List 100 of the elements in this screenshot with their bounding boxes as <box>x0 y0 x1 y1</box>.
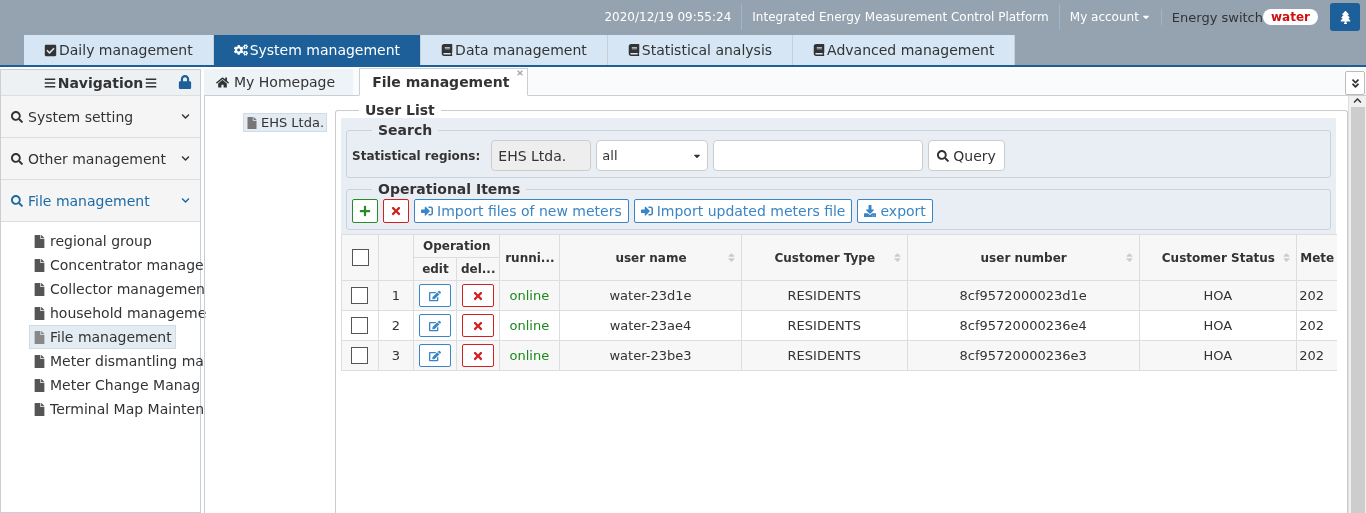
column-header: user number <box>980 250 1067 265</box>
table-cell: 202 <box>1299 318 1324 333</box>
org-tree-item[interactable]: EHS Ltda. <box>243 113 328 132</box>
chevron-icon <box>181 154 190 163</box>
sidebar-section[interactable]: Other management <box>1 138 200 180</box>
scrollbar[interactable] <box>1348 96 1366 513</box>
page-tab[interactable]: My Homepage <box>204 69 354 95</box>
sign-in-icon <box>421 205 433 217</box>
sign-in-icon <box>640 205 653 217</box>
tree-item[interactable]: Meter dismantling ma <box>29 349 208 373</box>
gears-icon <box>233 43 248 57</box>
tree-item[interactable]: File management <box>29 325 176 349</box>
row-number: 3 <box>391 348 400 363</box>
lock-icon <box>178 75 192 89</box>
tree-item[interactable]: Concentrator manage <box>29 253 208 277</box>
table-cell: HOA <box>1203 348 1233 363</box>
delete-button[interactable] <box>461 314 494 337</box>
sidebar-section[interactable]: File management <box>1 180 200 222</box>
platform-title: Integrated Energy Measurement Control Platform <box>741 4 1059 30</box>
table-cell: 8cf95720000236e4 <box>959 318 1087 333</box>
book-icon <box>813 44 826 56</box>
file-icon <box>33 282 46 296</box>
main-tab[interactable]: System management <box>213 35 422 65</box>
edit-button[interactable] <box>418 314 451 337</box>
edit-button[interactable] <box>418 284 451 307</box>
close-icon[interactable] <box>516 69 525 77</box>
table-cell: 8cf9572000023d1e <box>959 288 1087 303</box>
import-button[interactable]: Import files of new meters <box>414 199 629 223</box>
region-field[interactable]: EHS Ltda. <box>491 140 592 171</box>
table-cell: water-23be3 <box>609 348 692 363</box>
table-cell: HOA <box>1203 288 1233 303</box>
file-icon <box>33 234 46 248</box>
home-icon <box>216 75 229 89</box>
search-field[interactable] <box>713 140 924 171</box>
tree-item[interactable]: household manageme <box>29 301 211 325</box>
sidebar-section[interactable]: System setting <box>1 96 200 138</box>
tree-item[interactable]: regional group <box>29 229 156 253</box>
table-cell: RESIDENTS <box>787 318 862 333</box>
table-cell: water-23d1e <box>609 288 692 303</box>
book-icon <box>627 44 640 56</box>
energy-switch-label: Energy switch <box>1171 9 1263 25</box>
edit-button[interactable] <box>418 344 451 367</box>
table-cell: RESIDENTS <box>787 288 862 303</box>
table-cell: 8cf95720000236e3 <box>959 348 1087 363</box>
table-cell: 202 <box>1299 348 1324 363</box>
file-icon <box>33 306 46 320</box>
collapse-button[interactable] <box>1345 71 1365 95</box>
close-icon <box>390 205 402 217</box>
tree-item[interactable]: Meter Change Manag <box>29 373 205 397</box>
export-button[interactable]: export <box>857 199 933 223</box>
remove-button[interactable] <box>383 199 409 223</box>
row-checkbox[interactable] <box>351 317 369 334</box>
energy-type-badge[interactable]: water <box>1263 9 1318 25</box>
select-all-checkbox[interactable] <box>351 249 369 266</box>
main-tab[interactable]: Daily management <box>24 35 214 65</box>
column-header: Operation <box>423 239 491 253</box>
date-time: 2020/12/19 09:55:24 <box>603 9 733 26</box>
import-button[interactable]: Import updated meters file <box>633 199 853 223</box>
file-icon <box>33 330 46 344</box>
field-label: Statistical regions: <box>352 148 481 163</box>
plus-icon <box>359 205 371 217</box>
tree-button[interactable] <box>1330 3 1360 31</box>
table-cell: 202 <box>1299 288 1324 303</box>
close-icon <box>471 319 484 332</box>
edit-icon <box>428 349 441 362</box>
column-header: runni... <box>505 250 555 265</box>
query-button[interactable]: Query <box>928 140 1005 171</box>
delete-button[interactable] <box>461 284 494 307</box>
search-icon <box>937 149 950 162</box>
file-icon <box>33 378 46 392</box>
search-title: Search <box>377 122 434 138</box>
search-icon <box>11 110 23 123</box>
row-checkbox[interactable] <box>351 287 369 304</box>
column-header: Customer Status <box>1161 250 1275 265</box>
main-tab[interactable]: Data management <box>421 35 608 65</box>
table-cell: water-23ae4 <box>609 318 692 333</box>
checkbox-icon <box>44 43 57 57</box>
operations-title: Operational Items <box>377 181 522 197</box>
main-tab[interactable]: Statistical analysis <box>607 35 794 65</box>
filter-select[interactable]: all <box>596 140 709 171</box>
chevron-icon <box>181 196 190 205</box>
column-header: edit <box>422 262 449 276</box>
row-checkbox[interactable] <box>351 347 369 364</box>
book-icon <box>441 44 454 56</box>
table-cell: HOA <box>1203 318 1233 333</box>
main-tab[interactable]: Advanced management <box>793 35 1016 65</box>
add-button[interactable] <box>352 199 378 223</box>
close-icon <box>471 349 484 362</box>
tree-icon <box>1338 10 1352 24</box>
column-header: Mete <box>1300 250 1335 265</box>
file-icon <box>246 116 258 129</box>
tree-item[interactable]: Collector managemen <box>29 277 209 301</box>
search-icon <box>11 194 23 207</box>
status-text: online <box>509 288 550 303</box>
file-icon <box>33 402 46 416</box>
tree-item[interactable]: Terminal Map Mainten <box>29 397 208 421</box>
delete-button[interactable] <box>461 344 494 367</box>
status-text: online <box>509 348 550 363</box>
download-icon <box>864 205 877 217</box>
page-tab[interactable]: File management <box>359 68 529 96</box>
